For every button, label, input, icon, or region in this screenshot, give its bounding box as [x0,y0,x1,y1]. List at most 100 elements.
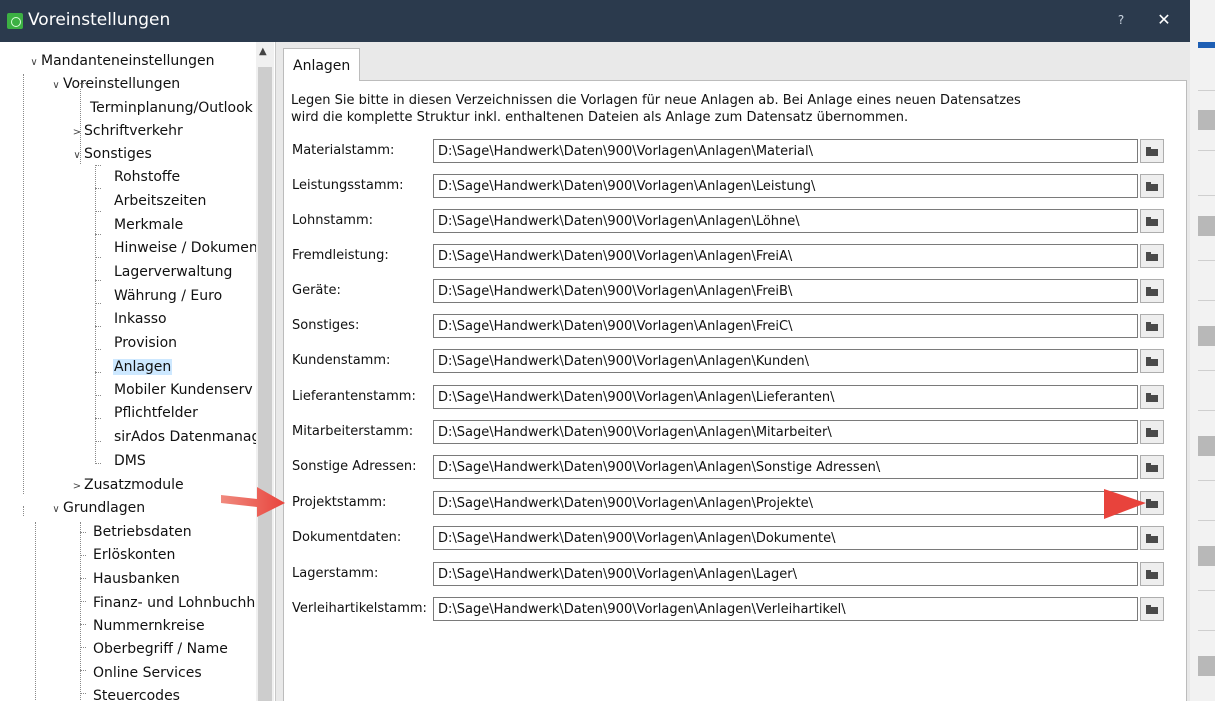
browse-button-materialstamm[interactable] [1140,139,1164,163]
tree-node-oberbegriff[interactable]: Oberbegriff / Name [92,638,229,660]
tree-node-zusatzmodule[interactable]: > Zusatzmodule [71,474,185,496]
tree-node-terminplanung[interactable]: Terminplanung/Outlook [89,97,254,119]
field-label: Fremdleistung: [292,248,389,263]
path-input-mitarbeiterstamm[interactable] [433,420,1138,444]
tree-node-anlagen[interactable]: Anlagen [113,356,173,378]
path-input-lohnstamm[interactable] [433,209,1138,233]
app-icon [7,13,23,29]
help-button[interactable]: ? [1114,13,1128,27]
folder-icon [1146,321,1158,331]
folder-icon [1146,251,1158,261]
path-input-leistungsstamm[interactable] [433,174,1138,198]
close-button[interactable]: ✕ [1155,10,1173,29]
path-input-dokumentdaten[interactable] [433,526,1138,550]
tree-node-inkasso[interactable]: Inkasso [113,308,168,330]
tree-node-pflichtfelder[interactable]: Pflichtfelder [113,402,199,424]
chevron-down-icon[interactable]: ∨ [50,499,62,521]
chevron-right-icon[interactable]: > [71,476,83,498]
tree-node-label: Provision [114,335,178,351]
path-input-geraete[interactable] [433,279,1138,303]
path-input-verleihartikelstamm[interactable] [433,597,1138,621]
tree-node-schriftverkehr[interactable]: > Schriftverkehr [71,120,184,142]
chevron-right-icon[interactable]: > [71,122,83,144]
chevron-down-icon[interactable]: ∨ [71,145,83,167]
tree-node-provision[interactable]: Provision [113,332,178,354]
tab-anlagen[interactable]: Anlagen [283,48,360,81]
path-input-projektstamm[interactable] [433,491,1138,515]
browse-button-lohnstamm[interactable] [1140,209,1164,233]
browse-button-sonstiges[interactable] [1140,314,1164,338]
browse-button-lagerstamm[interactable] [1140,562,1164,586]
tree-node-sonstiges[interactable]: ∨ Sonstiges [71,143,153,165]
browse-button-mitarbeiterstamm[interactable] [1140,420,1164,444]
tree-node-sirados[interactable]: sirAdos Datenmanag [113,426,261,448]
tree-node-label: Zusatzmodule [84,477,184,493]
folder-icon [1146,392,1158,402]
tree-scrollbar[interactable]: ▲ [256,42,274,701]
folder-icon [1146,146,1158,156]
browse-button-fremdleistung[interactable] [1140,244,1164,268]
field-label: Sonstiges: [292,318,360,333]
tree-node-online-services[interactable]: Online Services [92,662,203,684]
tree-node-hausbanken[interactable]: Hausbanken [92,568,181,590]
tree-node-finanzbuchhaltung[interactable]: Finanz- und Lohnbuchha [92,592,265,614]
scroll-up-icon[interactable]: ▲ [259,46,267,57]
tree-node-label: Online Services [93,665,202,681]
tree-node-rohstoffe[interactable]: Rohstoffe [113,166,181,188]
folder-icon [1146,286,1158,296]
folder-icon [1146,356,1158,366]
scrollbar-thumb[interactable] [258,67,272,701]
field-label: Materialstamm: [292,143,395,158]
chevron-down-icon[interactable]: ∨ [50,75,62,97]
tree-node-voreinstellungen[interactable]: ∨ Voreinstellungen [50,73,181,95]
tree-node-betriebsdaten[interactable]: Betriebsdaten [92,521,193,543]
tree-node-label: Mobiler Kundenserv [114,382,253,398]
description-line-2: wird die komplette Struktur inkl. enthal… [291,110,909,125]
tree-node-lagerverwaltung[interactable]: Lagerverwaltung [113,261,233,283]
browse-button-geraete[interactable] [1140,279,1164,303]
folder-icon [1146,604,1158,614]
field-label: Leistungsstamm: [292,178,404,193]
tree-node-label: Oberbegriff / Name [93,641,228,657]
tree-node-waehrung[interactable]: Währung / Euro [113,285,223,307]
folder-icon [1146,533,1158,543]
browse-button-sonstige-adressen[interactable] [1140,455,1164,479]
tree-node-label: Grundlagen [63,500,146,516]
field-label: Lagerstamm: [292,566,379,581]
path-input-fremdleistung[interactable] [433,244,1138,268]
title-bar: Voreinstellungen ? ✕ [0,0,1190,42]
path-input-materialstamm[interactable] [433,139,1138,163]
field-label: Verleihartikelstamm: [292,601,427,616]
path-input-sonstige-adressen[interactable] [433,455,1138,479]
chevron-down-icon[interactable]: ∨ [28,52,40,74]
tree-node-arbeitszeiten[interactable]: Arbeitszeiten [113,190,207,212]
path-input-lagerstamm[interactable] [433,562,1138,586]
browse-button-lieferantenstamm[interactable] [1140,385,1164,409]
browse-button-verleihartikelstamm[interactable] [1140,597,1164,621]
tree-node-nummernkreise[interactable]: Nummernkreise [92,615,206,637]
tree-node-dms[interactable]: DMS [113,450,147,472]
tree-node-erloeskonten[interactable]: Erlöskonten [92,544,176,566]
browse-button-kundenstamm[interactable] [1140,349,1164,373]
tree-node-hinweise[interactable]: Hinweise / Dokumen [113,237,259,259]
folder-icon [1146,569,1158,579]
field-label: Geräte: [292,283,341,298]
path-input-sonstiges[interactable] [433,314,1138,338]
tree-node-label: sirAdos Datenmanag [114,429,261,445]
tree-node-label: Terminplanung/Outlook [90,100,253,116]
tree-node-mobiler-kundenservice[interactable]: Mobiler Kundenserv [113,379,254,401]
tree-node-steuercodes[interactable]: Steuercodes [92,685,181,707]
tree-node-mandanteneinstellungen[interactable]: ∨ Mandanteneinstellungen [28,50,216,72]
path-input-kundenstamm[interactable] [433,349,1138,373]
path-input-lieferantenstamm[interactable] [433,385,1138,409]
tree-node-label: Merkmale [114,217,184,233]
tree-node-grundlagen[interactable]: ∨ Grundlagen [50,497,146,519]
tree-node-merkmale[interactable]: Merkmale [113,214,184,236]
browse-button-dokumentdaten[interactable] [1140,526,1164,550]
tree-node-label: Schriftverkehr [84,123,183,139]
background-window-strip [1190,0,1215,701]
field-label: Sonstige Adressen: [292,459,417,474]
browse-button-leistungsstamm[interactable] [1140,174,1164,198]
description-line-1: Legen Sie bitte in diesen Verzeichnissen… [291,93,1021,108]
tree-node-label: Arbeitszeiten [114,193,207,209]
